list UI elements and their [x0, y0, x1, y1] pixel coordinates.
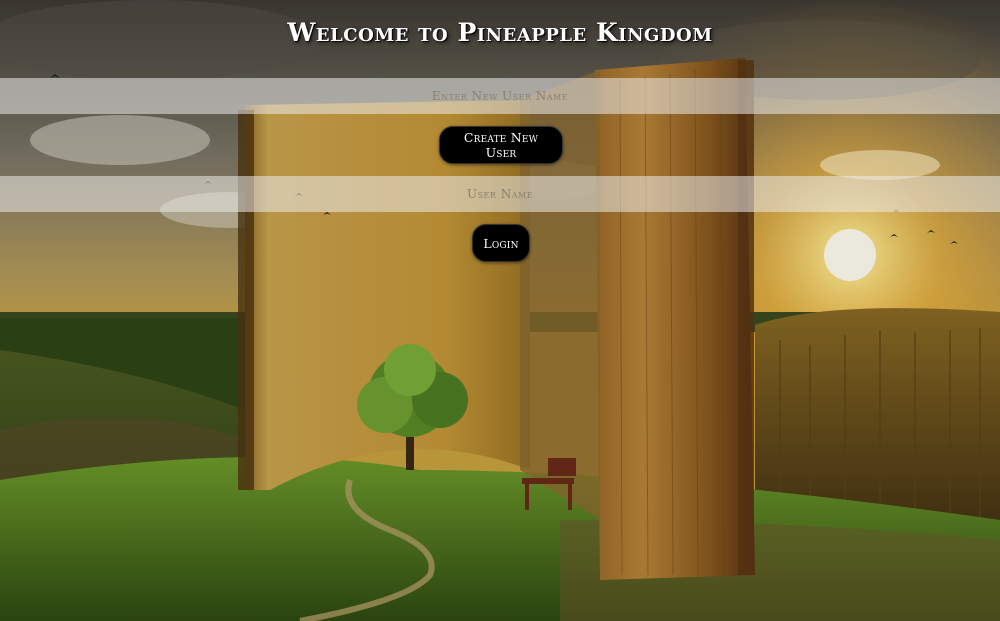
- login-button[interactable]: Login: [472, 224, 530, 262]
- new-user-name-input[interactable]: [0, 78, 1000, 114]
- page-title: Welcome to Pineapple Kingdom: [287, 18, 713, 47]
- user-name-input[interactable]: [0, 176, 1000, 212]
- create-new-user-button[interactable]: Create New User: [439, 126, 563, 164]
